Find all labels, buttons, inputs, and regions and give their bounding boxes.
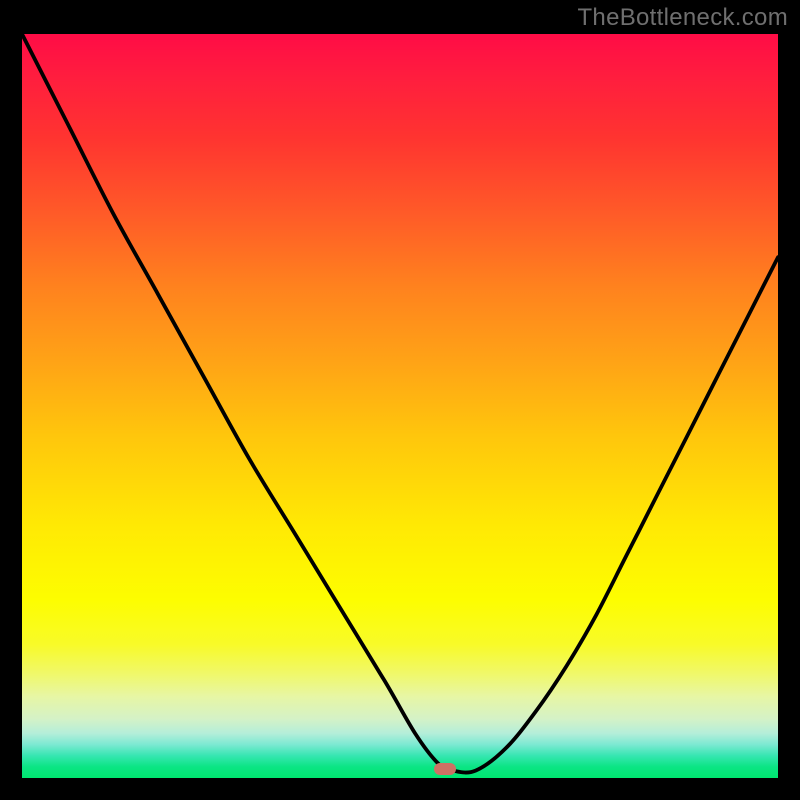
chart-frame: TheBottleneck.com — [0, 0, 800, 800]
watermark-text: TheBottleneck.com — [577, 4, 788, 32]
lowest-point-marker — [434, 763, 456, 775]
plot-area — [22, 34, 778, 778]
curve-svg — [22, 34, 778, 778]
curve-path — [22, 34, 778, 773]
